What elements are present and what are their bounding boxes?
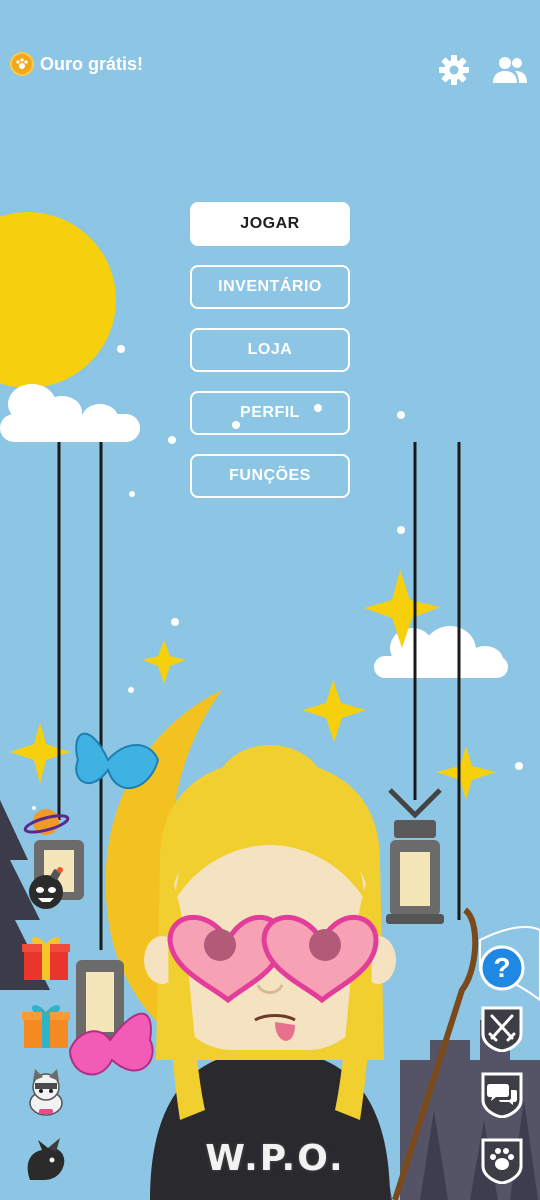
planet-icon — [23, 806, 70, 835]
chat-button[interactable] — [478, 1070, 526, 1118]
people-icon — [493, 57, 527, 83]
black-dragon-icon — [27, 1138, 65, 1180]
swords-icon — [481, 1006, 523, 1052]
help-button[interactable]: ? — [478, 944, 526, 992]
orange-gift-icon — [22, 1005, 70, 1048]
settings-button[interactable] — [434, 50, 474, 90]
friends-button[interactable] — [490, 50, 530, 90]
chat-bubbles-icon — [481, 1072, 523, 1118]
cat-pet-icon — [29, 1069, 63, 1116]
bomb-button[interactable] — [18, 860, 74, 916]
inventory-button[interactable]: INVENTÁRIO — [190, 265, 350, 309]
main-menu: JOGAR INVENTÁRIO LOJA PERFIL FUNÇÕES — [190, 202, 350, 517]
planet-button[interactable] — [18, 794, 74, 850]
black-dragon-button[interactable] — [18, 1132, 74, 1188]
game-home-screen: Ouro grátis! JOGAR INVENTÁRIO LOJA PERFI… — [0, 0, 540, 1200]
cat-pet-button[interactable] — [18, 1064, 74, 1120]
blue-butterfly — [75, 732, 160, 790]
play-button[interactable]: JOGAR — [190, 202, 350, 246]
profile-button[interactable]: PERFIL — [190, 391, 350, 435]
red-gift-icon — [22, 937, 70, 980]
background-scene — [0, 212, 540, 1200]
sun — [0, 212, 116, 388]
cloud-right — [374, 626, 508, 678]
help-label: ? — [493, 952, 511, 983]
cloud-left — [0, 384, 140, 442]
player-avatar — [144, 745, 396, 1200]
avatar-shirt-text: W.P.O. — [205, 1138, 345, 1179]
paw-coin-icon — [10, 52, 34, 76]
bomb-icon — [29, 867, 63, 909]
roles-button[interactable]: FUNÇÕES — [190, 454, 350, 498]
shop-button[interactable]: LOJA — [190, 328, 350, 372]
paw-icon — [481, 1138, 523, 1184]
pet-button[interactable] — [478, 1136, 526, 1184]
free-gold-button[interactable]: Ouro grátis! — [10, 52, 143, 76]
orange-gift-button[interactable] — [18, 996, 74, 1052]
battle-button[interactable] — [478, 1004, 526, 1052]
gear-icon — [439, 55, 469, 85]
lantern-right — [386, 788, 444, 924]
free-gold-label: Ouro grátis! — [40, 53, 144, 74]
red-gift-button[interactable] — [18, 928, 74, 984]
